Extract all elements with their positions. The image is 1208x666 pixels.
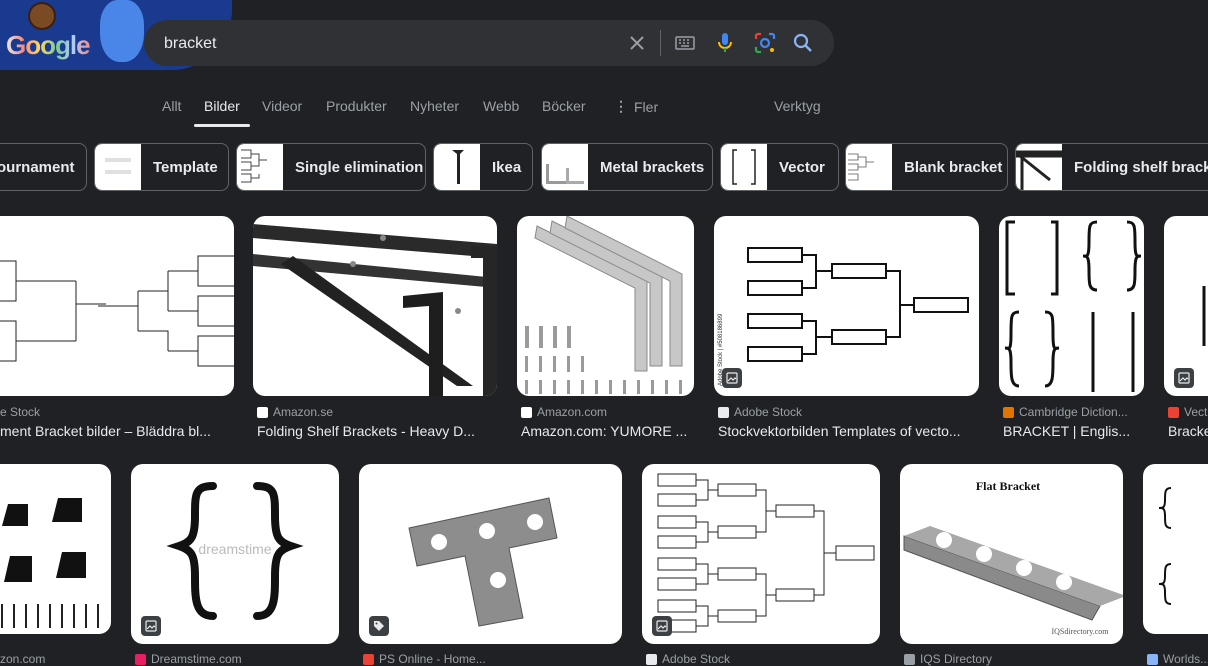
chip-label: Folding shelf bracket xyxy=(1074,158,1208,176)
microphone-icon[interactable] xyxy=(714,32,736,54)
chip-thumbnail xyxy=(237,144,283,190)
chip-thumbnail xyxy=(1016,144,1062,190)
more-vert-icon: ⋮ xyxy=(614,98,628,114)
result-source: Worlds... xyxy=(1147,652,1208,666)
search-input[interactable] xyxy=(162,32,606,56)
dreamstime-watermark-text: dreamstime xyxy=(198,541,271,557)
chip-label: Single elimination xyxy=(295,158,424,176)
image-result-braces-partial[interactable] xyxy=(1143,464,1208,634)
chip-thumbnail xyxy=(95,144,141,190)
image-result-bracket-template[interactable]: Adobe Stock | #508186899 xyxy=(714,216,979,396)
result-source: PS Online - Home... xyxy=(363,652,486,666)
iqs-favicon-icon xyxy=(904,653,915,665)
chip-label: Ikea xyxy=(492,158,522,176)
chip-folding-shelf-bracket[interactable]: Folding shelf bracket xyxy=(1015,143,1208,191)
image-result-16-team-bracket[interactable] xyxy=(642,464,880,644)
chip-label: Blank bracket xyxy=(904,158,1003,176)
tab-news[interactable]: Nyheter xyxy=(410,98,459,114)
image-result-vector-partial[interactable] xyxy=(1164,216,1208,396)
chip-blank-bracket[interactable]: Blank bracket xyxy=(845,143,1008,191)
image-type-icon xyxy=(141,616,161,636)
chip-label: Template xyxy=(153,158,218,176)
worlds-favicon-icon xyxy=(1147,653,1158,665)
image-result-t-plate[interactable] xyxy=(359,464,622,644)
result-source: Amazon.se xyxy=(257,405,333,419)
image-result-black-brackets[interactable] xyxy=(0,464,111,634)
lens-icon[interactable] xyxy=(754,32,776,54)
chip-thumbnail xyxy=(434,144,480,190)
keyboard-icon[interactable] xyxy=(674,32,696,54)
image-result-metal-brackets[interactable] xyxy=(517,216,694,396)
chip-thumbnail xyxy=(721,144,767,190)
clear-icon[interactable] xyxy=(626,32,648,54)
result-source: e Stock xyxy=(0,405,41,419)
chip-vector[interactable]: Vector xyxy=(720,143,839,191)
result-title[interactable]: Stockvektorbilden Templates of vecto... xyxy=(718,423,976,439)
chip-thumbnail xyxy=(846,144,892,190)
result-source: Amazon.com xyxy=(521,405,607,419)
image-type-icon xyxy=(722,368,742,388)
image-result-flat-bracket[interactable]: Flat Bracket IQSdirectory.com xyxy=(900,464,1123,644)
dreamstime-favicon-icon xyxy=(135,653,146,665)
result-source: Cambridge Diction... xyxy=(1003,405,1128,419)
chip-template[interactable]: Template xyxy=(94,143,229,191)
image-type-icon xyxy=(1174,368,1194,388)
chip-tournament[interactable]: ournament xyxy=(0,143,87,191)
tab-more[interactable]: ⋮ Fler xyxy=(614,98,658,115)
tab-all[interactable]: Allt xyxy=(162,98,181,114)
search-box[interactable] xyxy=(144,20,834,66)
chip-label: Vector xyxy=(779,158,825,176)
tab-products[interactable]: Produkter xyxy=(326,98,387,114)
result-title[interactable]: Folding Shelf Brackets - Heavy D... xyxy=(257,423,497,439)
tab-videos[interactable]: Videor xyxy=(262,98,302,114)
result-title[interactable]: Bracke xyxy=(1168,423,1208,439)
tab-images[interactable]: Bilder xyxy=(204,98,240,114)
chip-label: ournament xyxy=(0,158,75,176)
search-icon[interactable] xyxy=(792,32,814,54)
adobe-stock-favicon-icon xyxy=(646,653,657,665)
chip-thumbnail xyxy=(542,144,588,190)
chip-ikea[interactable]: Ikea xyxy=(433,143,533,191)
amazon-favicon-icon xyxy=(521,406,532,418)
image-type-icon xyxy=(652,616,672,636)
image-result-folding-shelf-brackets[interactable] xyxy=(253,216,497,396)
chip-metal-brackets[interactable]: Metal brackets xyxy=(541,143,713,191)
amazon-favicon-icon xyxy=(257,406,268,418)
vecteezy-favicon-icon xyxy=(1168,406,1179,418)
result-title[interactable]: Amazon.com: YUMORE ... xyxy=(521,423,696,439)
football-icon xyxy=(28,2,56,30)
tab-more-label: Fler xyxy=(634,98,659,115)
result-source: zon.com xyxy=(0,652,46,666)
adobe-stock-favicon-icon xyxy=(718,406,729,418)
result-source: Vecte xyxy=(1168,405,1208,419)
image-result-curly-braces[interactable]: dreamstime xyxy=(131,464,339,644)
tab-books[interactable]: Böcker xyxy=(542,98,586,114)
tab-web[interactable]: Webb xyxy=(483,98,519,114)
flat-bracket-label: Flat Bracket xyxy=(976,479,1040,493)
result-title[interactable]: BRACKET | Englis... xyxy=(1003,423,1143,439)
bird-mascot-icon xyxy=(100,0,144,62)
result-title[interactable]: ment Bracket bilder – Bläddra bl... xyxy=(0,423,230,439)
cambridge-favicon-icon xyxy=(1003,406,1014,418)
tools-button[interactable]: Verktyg xyxy=(774,98,821,114)
logo-text: Google xyxy=(6,30,91,60)
image-result-tournament-bracket[interactable] xyxy=(0,216,234,396)
result-source: Dreamstime.com xyxy=(135,652,242,666)
result-source: Adobe Stock xyxy=(646,652,730,666)
result-source: IQS Directory xyxy=(904,652,992,666)
iqs-watermark-text: IQSdirectory.com xyxy=(1051,627,1109,636)
chip-single-elimination[interactable]: Single elimination xyxy=(236,143,426,191)
ps-online-favicon-icon xyxy=(363,653,374,665)
chip-label: Metal brackets xyxy=(600,158,705,176)
result-source: Adobe Stock xyxy=(718,405,802,419)
search-divider xyxy=(660,30,661,56)
image-result-bracket-symbols[interactable] xyxy=(999,216,1144,396)
active-tab-indicator xyxy=(194,124,250,127)
tag-icon xyxy=(369,616,389,636)
